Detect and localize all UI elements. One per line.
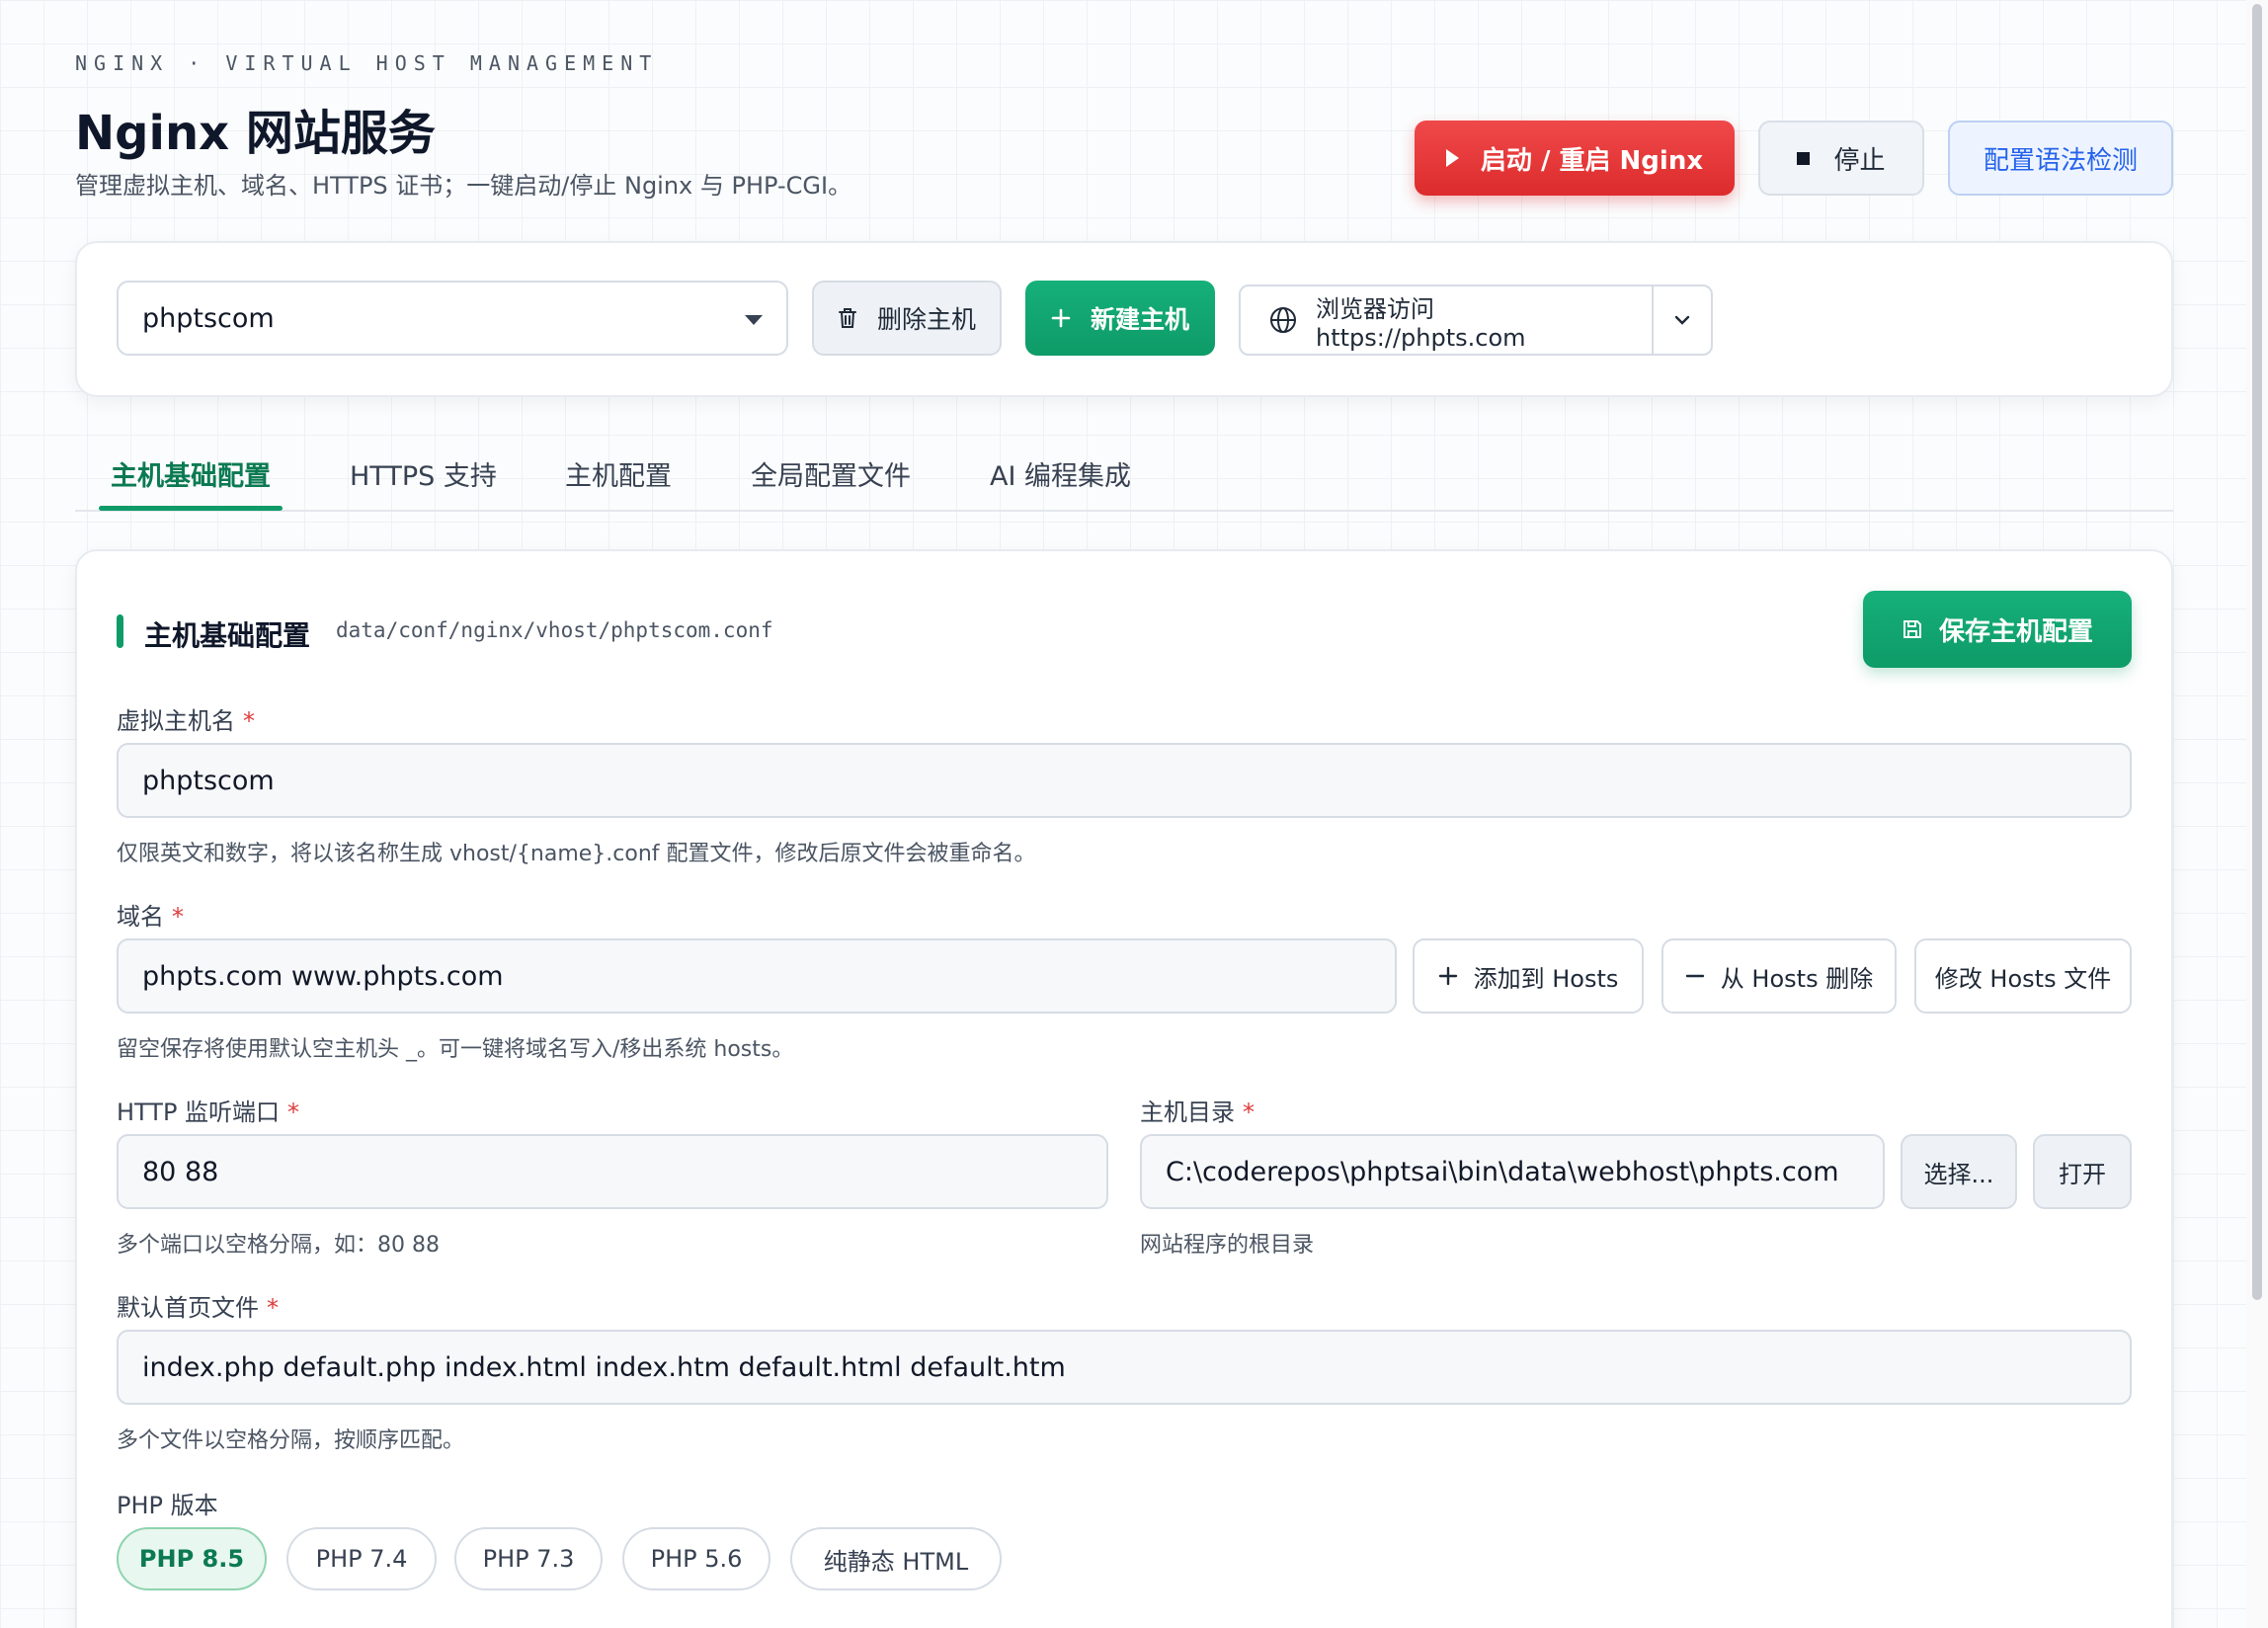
remove-from-hosts-button[interactable]: 从 Hosts 删除 xyxy=(1661,938,1897,1014)
stop-icon xyxy=(1797,151,1811,165)
start-restart-label: 启动 / 重启 Nginx xyxy=(1480,145,1704,176)
tab-global-config[interactable]: 全局配置文件 xyxy=(751,454,911,493)
globe-icon xyxy=(1268,305,1298,335)
add-to-hosts-label: 添加到 Hosts xyxy=(1473,964,1619,993)
host-select-value: phptscom xyxy=(142,302,275,334)
required-mark: * xyxy=(1243,1099,1255,1126)
save-host-config-button[interactable]: 保存主机配置 xyxy=(1863,591,2132,668)
edit-hosts-file-button[interactable]: 修改 Hosts 文件 xyxy=(1914,938,2132,1014)
domain-input[interactable]: phpts.com www.phpts.com xyxy=(117,938,1397,1014)
http-port-hint: 多个端口以空格分隔，如：80 88 xyxy=(117,1233,440,1258)
root-dir-label: 主机目录 * xyxy=(1140,1093,1255,1127)
tab-https[interactable]: HTTPS 支持 xyxy=(350,454,497,493)
section-title: 主机基础配置 xyxy=(144,619,311,652)
tab-basic-config[interactable]: 主机基础配置 xyxy=(111,454,271,493)
browser-visit-split-button: 浏览器访问 https://phpts.com xyxy=(1239,285,1713,356)
page-subtitle: 管理虚拟主机、域名、HTTPS 证书；一键启动/停止 Nginx 与 PHP-C… xyxy=(75,172,852,200)
index-files-label-text: 默认首页文件 xyxy=(117,1294,259,1322)
save-host-config-label: 保存主机配置 xyxy=(1938,616,2093,647)
edit-hosts-file-label: 修改 Hosts 文件 xyxy=(1934,964,2112,993)
required-mark: * xyxy=(267,1294,279,1322)
page-eyebrow: NGINX · VIRTUAL HOST MANAGEMENT xyxy=(75,51,659,75)
php-version-option-static-html[interactable]: 纯静态 HTML xyxy=(790,1527,1002,1590)
delete-host-button[interactable]: 删除主机 xyxy=(812,281,1002,356)
scrollbar-thumb[interactable] xyxy=(2252,4,2262,1300)
root-dir-label-text: 主机目录 xyxy=(1140,1099,1235,1126)
domain-label-text: 域名 xyxy=(117,903,164,931)
domain-label: 域名 * xyxy=(117,897,184,932)
http-port-label-text: HTTP 监听端口 xyxy=(117,1099,281,1126)
basic-config-card xyxy=(75,549,2173,1628)
host-name-label: 虚拟主机名 * xyxy=(117,701,255,736)
page-title: Nginx 网站服务 xyxy=(75,106,436,161)
page-scrollbar[interactable] xyxy=(2246,0,2268,1628)
section-accent-bar xyxy=(117,614,123,648)
choose-dir-button[interactable]: 选择... xyxy=(1901,1134,2017,1209)
php-version-label: PHP 版本 xyxy=(117,1492,218,1519)
php-version-option-5-6[interactable]: PHP 5.6 xyxy=(622,1527,770,1590)
index-files-label: 默认首页文件 * xyxy=(117,1288,279,1323)
new-host-button[interactable]: 新建主机 xyxy=(1025,281,1215,356)
http-port-label: HTTP 监听端口 * xyxy=(117,1093,299,1127)
host-select[interactable]: phptscom xyxy=(117,281,788,356)
config-check-label: 配置语法检测 xyxy=(1983,145,2138,176)
index-files-input[interactable]: index.php default.php index.html index.h… xyxy=(117,1330,2132,1405)
config-tabs: 主机基础配置 HTTPS 支持 主机配置 全局配置文件 AI 编程集成 xyxy=(75,435,2173,512)
php-version-option-8-5[interactable]: PHP 8.5 xyxy=(117,1527,267,1590)
open-dir-button[interactable]: 打开 xyxy=(2033,1134,2132,1209)
host-name-label-text: 虚拟主机名 xyxy=(117,707,235,735)
domain-hint: 留空保存将使用默认空主机头 _。可一键将域名写入/移出系统 hosts。 xyxy=(117,1037,794,1062)
plus-icon xyxy=(1438,966,1458,986)
php-version-option-7-3[interactable]: PHP 7.3 xyxy=(454,1527,603,1590)
browser-visit-button[interactable]: 浏览器访问 https://phpts.com xyxy=(1241,286,1652,354)
required-mark: * xyxy=(287,1099,300,1126)
required-mark: * xyxy=(172,903,184,931)
minus-icon xyxy=(1685,966,1705,986)
root-dir-hint: 网站程序的根目录 xyxy=(1140,1233,1315,1258)
remove-from-hosts-label: 从 Hosts 删除 xyxy=(1720,964,1874,993)
trash-icon xyxy=(838,307,857,329)
stop-button[interactable]: 停止 xyxy=(1758,121,1924,196)
tab-host-config[interactable]: 主机配置 xyxy=(565,454,672,493)
index-files-hint: 多个文件以空格分隔，按顺序匹配。 xyxy=(117,1428,465,1453)
browser-visit-dropdown-toggle[interactable] xyxy=(1652,286,1711,354)
browser-visit-label: 浏览器访问 https://phpts.com xyxy=(1316,294,1526,352)
play-icon xyxy=(1445,149,1459,167)
caret-down-icon xyxy=(745,315,763,325)
chevron-down-icon xyxy=(1673,314,1691,326)
tab-ai-integration[interactable]: AI 编程集成 xyxy=(990,454,1131,493)
delete-host-label: 删除主机 xyxy=(876,305,976,334)
active-tab-indicator xyxy=(99,506,283,511)
add-to-hosts-button[interactable]: 添加到 Hosts xyxy=(1413,938,1644,1014)
new-host-label: 新建主机 xyxy=(1090,305,1189,334)
host-name-input[interactable]: phptscom xyxy=(117,743,2132,818)
start-restart-nginx-button[interactable]: 启动 / 重启 Nginx xyxy=(1415,121,1735,196)
config-syntax-check-button[interactable]: 配置语法检测 xyxy=(1948,121,2173,196)
php-version-option-7-4[interactable]: PHP 7.4 xyxy=(286,1527,437,1590)
host-name-hint: 仅限英文和数字，将以该名称生成 vhost/{name}.conf 配置文件，修… xyxy=(117,842,1036,866)
save-icon xyxy=(1902,618,1923,640)
stop-label: 停止 xyxy=(1833,145,1886,176)
config-file-path: data/conf/nginx/vhost/phptscom.conf xyxy=(336,618,773,642)
plus-icon xyxy=(1051,308,1071,328)
root-dir-input[interactable]: C:\coderepos\phptsai\bin\data\webhost\ph… xyxy=(1140,1134,1885,1209)
required-mark: * xyxy=(243,707,255,735)
http-port-input[interactable]: 80 88 xyxy=(117,1134,1108,1209)
